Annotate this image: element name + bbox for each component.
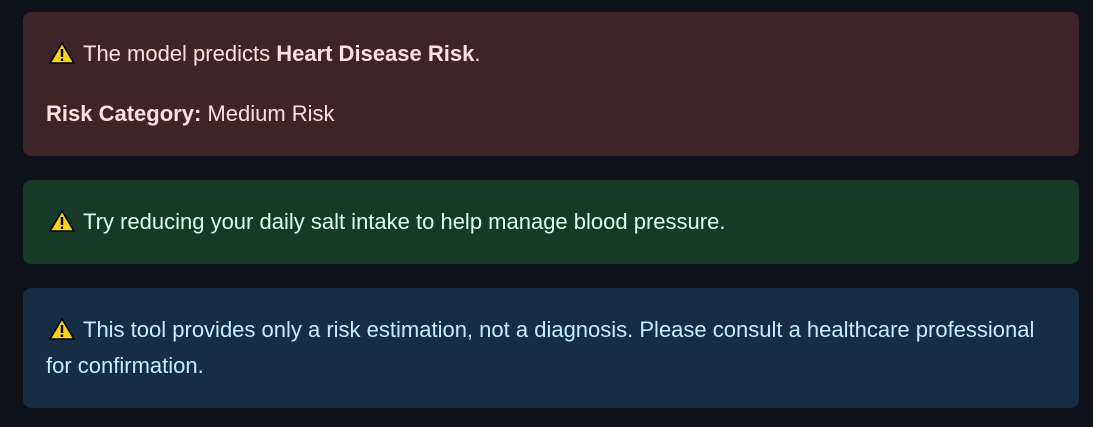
prediction-line: The model predicts Heart Disease Risk. <box>46 36 480 72</box>
tip-alert: Try reducing your daily salt intake to h… <box>23 180 1079 264</box>
tip-text: Try reducing your daily salt intake to h… <box>83 209 726 234</box>
alerts-container: The model predicts Heart Disease Risk. R… <box>0 0 1093 427</box>
risk-category-label: Risk Category: <box>46 101 202 126</box>
disclaimer-alert: This tool provides only a risk estimatio… <box>23 288 1079 408</box>
risk-category-value: Medium Risk <box>201 101 335 126</box>
prediction-suffix: . <box>474 41 481 66</box>
warning-icon <box>49 42 75 64</box>
disclaimer-line: This tool provides only a risk estimatio… <box>46 312 1061 384</box>
warning-icon <box>49 318 75 340</box>
tip-line: Try reducing your daily salt intake to h… <box>46 204 725 240</box>
prediction-result: Heart Disease Risk <box>276 41 475 66</box>
risk-category-line: Risk Category: Medium Risk <box>46 96 335 132</box>
prediction-prefix: The model predicts <box>83 41 277 66</box>
prediction-alert: The model predicts Heart Disease Risk. R… <box>23 12 1079 156</box>
warning-icon <box>49 210 75 232</box>
disclaimer-text: This tool provides only a risk estimatio… <box>46 317 1035 378</box>
